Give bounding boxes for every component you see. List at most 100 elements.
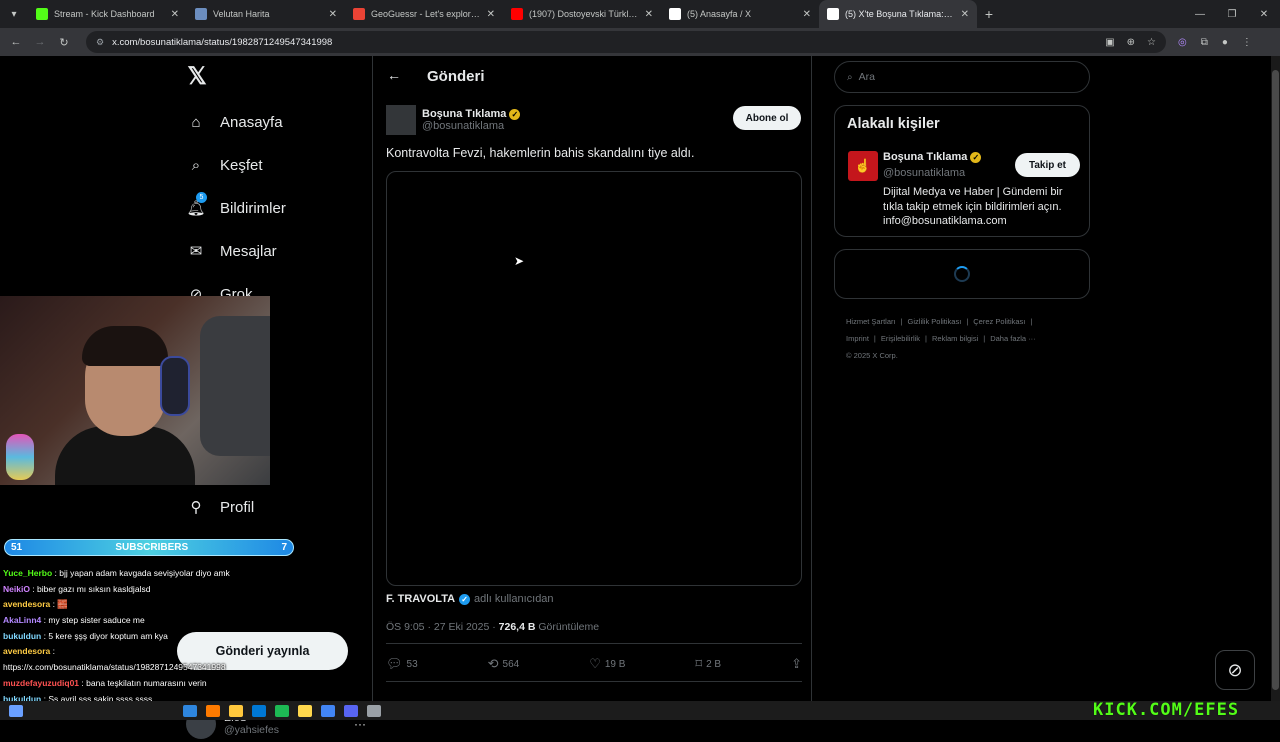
install-app-icon[interactable]: ▣ — [1105, 37, 1114, 48]
discord-icon[interactable] — [344, 704, 358, 717]
sidebar-item-2[interactable]: 🔔︎ 5 Bildirimler — [186, 192, 286, 218]
post-header: ← Gönderi — [373, 56, 813, 98]
footer-link[interactable]: Çerez Politikası — [973, 317, 1025, 326]
share-button[interactable]: ⇪ — [791, 656, 802, 672]
search-icon: ⌕ — [847, 71, 853, 83]
footer-link[interactable]: Hizmet Şartları — [846, 317, 896, 326]
close-tab-icon[interactable]: ✕ — [645, 9, 653, 20]
zoom-icon[interactable]: ⊕ — [1127, 37, 1135, 48]
chat-username[interactable]: Yuce_Herbo — [3, 568, 52, 578]
files-icon[interactable] — [229, 704, 243, 717]
chat-username[interactable]: AkaLinn4 — [3, 615, 41, 625]
bookmark-button[interactable]: ⌑ 2 B — [695, 656, 721, 672]
chat-text: : bjj yapan adam kavgada sevişiyolar diy… — [54, 568, 230, 578]
scrollbar[interactable] — [1271, 56, 1280, 720]
browser-tab[interactable]: (5) X'te Boşuna Tıklama: "Kontr ✕ — [819, 0, 977, 28]
close-tab-icon[interactable]: ✕ — [961, 9, 969, 20]
start-icon[interactable] — [9, 704, 23, 717]
star-icon[interactable]: ☆ — [1147, 37, 1156, 48]
new-tab-button[interactable]: + — [977, 6, 1001, 22]
scrollbar-thumb[interactable] — [1272, 70, 1279, 690]
author-avatar[interactable] — [386, 105, 416, 135]
store-icon[interactable] — [206, 704, 220, 717]
footer-link[interactable]: Reklam bilgisi — [932, 334, 978, 343]
reply-button[interactable]: 💬︎ 53 — [386, 656, 418, 672]
chat-username[interactable]: avendesora — [3, 646, 50, 656]
subscribe-button[interactable]: Abone ol — [733, 106, 801, 130]
minimize-icon[interactable]: — — [1184, 9, 1216, 20]
related-name[interactable]: Boşuna Tıklama — [883, 151, 967, 163]
post-media[interactable]: ➤ — [386, 171, 802, 586]
x-logo-icon[interactable]: 𝕏 — [184, 64, 210, 90]
footer-link[interactable]: Daha fazla ··· — [990, 334, 1035, 343]
page-title: Gönderi — [427, 68, 485, 85]
grok-fab-button[interactable]: ⊘ — [1215, 650, 1255, 690]
app-icon[interactable] — [367, 704, 381, 717]
close-window-icon[interactable]: ✕ — [1248, 9, 1280, 20]
post-actions: 💬︎ 53 ⟲ 564 ♡ 19 B ⌑ 2 B ⇪ — [386, 654, 802, 674]
spotify-icon[interactable] — [275, 704, 289, 717]
sidebar-item-0[interactable]: ⌂ Anasayfa — [186, 112, 282, 132]
footer-separator: | — [1030, 317, 1033, 326]
chat-username[interactable]: NeikiO — [3, 584, 30, 594]
chat-text: : bana teşkilatın numarasını verin — [81, 677, 207, 688]
extension-icon[interactable]: ◎ — [1178, 37, 1187, 48]
post-author[interactable]: Boşuna Tıklama ✓ @bosunatiklama — [386, 105, 521, 135]
close-tab-icon[interactable]: ✕ — [171, 9, 179, 20]
back-icon[interactable]: ← — [4, 36, 28, 48]
close-tab-icon[interactable]: ✕ — [803, 9, 811, 20]
profile-avatar-icon[interactable]: ● — [1222, 37, 1228, 48]
close-tab-icon[interactable]: ✕ — [329, 9, 337, 20]
back-arrow-icon[interactable]: ← — [387, 67, 401, 83]
follow-button[interactable]: Takip et — [1015, 153, 1080, 177]
sidebar-item-1[interactable]: ⌕ Keşfet — [186, 155, 263, 175]
footer-link[interactable]: Gizlilik Politikası — [908, 317, 962, 326]
bookmark-icon: ⌑ — [695, 656, 703, 671]
browser-tab[interactable]: Velutan Harita ✕ — [187, 0, 345, 28]
outlook-icon[interactable] — [252, 704, 266, 717]
sidebar-item-8[interactable]: ⚲ Profil — [186, 497, 255, 517]
chat-message: muzdefayuzudiq01 : bana teşkilatın numar… — [0, 676, 352, 692]
reply-count: 53 — [406, 658, 418, 670]
browser-tab[interactable]: Stream - Kick Dashboard ✕ — [28, 0, 187, 28]
post-meta: ÖS 9:05 · 27 Eki 2025 · 726,4 B Görüntül… — [386, 621, 599, 633]
profile-icon: ⚲ — [190, 499, 202, 516]
edge-icon[interactable] — [183, 704, 197, 717]
related-avatar[interactable]: ☝ — [848, 151, 878, 181]
menu-dots-icon[interactable]: ⋮ — [1242, 37, 1252, 48]
search-input[interactable]: ⌕ Ara — [834, 61, 1090, 93]
explorer-icon[interactable] — [298, 704, 312, 717]
repost-button[interactable]: ⟲ 564 — [488, 656, 520, 672]
chat-username[interactable]: avendesora — [3, 599, 50, 609]
footer-link[interactable]: Imprint — [846, 334, 869, 343]
sidebar-item-3[interactable]: ✉ Mesajlar — [186, 241, 277, 261]
extensions-puzzle-icon[interactable]: ⧉ — [1201, 37, 1208, 48]
reload-icon[interactable]: ↻ — [52, 36, 76, 49]
related-title: Alakalı kişiler — [847, 116, 940, 132]
like-button[interactable]: ♡ 19 B — [589, 656, 625, 672]
tab-label: (5) Anasayfa / X — [687, 9, 752, 19]
post-views-label: Görüntüleme — [535, 621, 600, 633]
caption-name[interactable]: F. TRAVOLTA — [386, 593, 455, 605]
browser-tab[interactable]: (5) Anasayfa / X ✕ — [661, 0, 819, 28]
subscribers-left-count: 51 — [11, 542, 23, 553]
author-handle[interactable]: @bosunatiklama — [422, 120, 520, 132]
kick-icon — [36, 8, 48, 20]
restore-icon[interactable]: ❐ — [1216, 9, 1248, 20]
loading-spinner-icon — [954, 266, 970, 282]
footer-link[interactable]: Erişilebilirlik — [881, 334, 920, 343]
forward-icon[interactable]: → — [28, 36, 52, 48]
tab-search-icon[interactable]: ▾ — [0, 0, 28, 28]
post-time[interactable]: ÖS 9:05 · 27 Eki 2025 · — [386, 621, 499, 633]
related-handle[interactable]: @bosunatiklama — [883, 167, 965, 179]
address-bar[interactable]: ⚙ x.com/bosunatiklama/status/19828712495… — [86, 31, 1166, 53]
browser-tab[interactable]: GeoGuessr - Let's explore the w ✕ — [345, 0, 503, 28]
author-name[interactable]: Boşuna Tıklama — [422, 108, 506, 120]
chat-username[interactable]: muzdefayuzudiq01 — [3, 678, 79, 688]
tab-label: (5) X'te Boşuna Tıklama: "Kontr — [845, 9, 955, 19]
chat-username[interactable]: bukuldun — [3, 631, 41, 641]
close-tab-icon[interactable]: ✕ — [487, 9, 495, 20]
chrome-icon[interactable] — [321, 704, 335, 717]
site-info-icon[interactable]: ⚙ — [96, 37, 104, 48]
browser-tab[interactable]: (1907) Dostoyevski Türklerden ✕ — [503, 0, 661, 28]
